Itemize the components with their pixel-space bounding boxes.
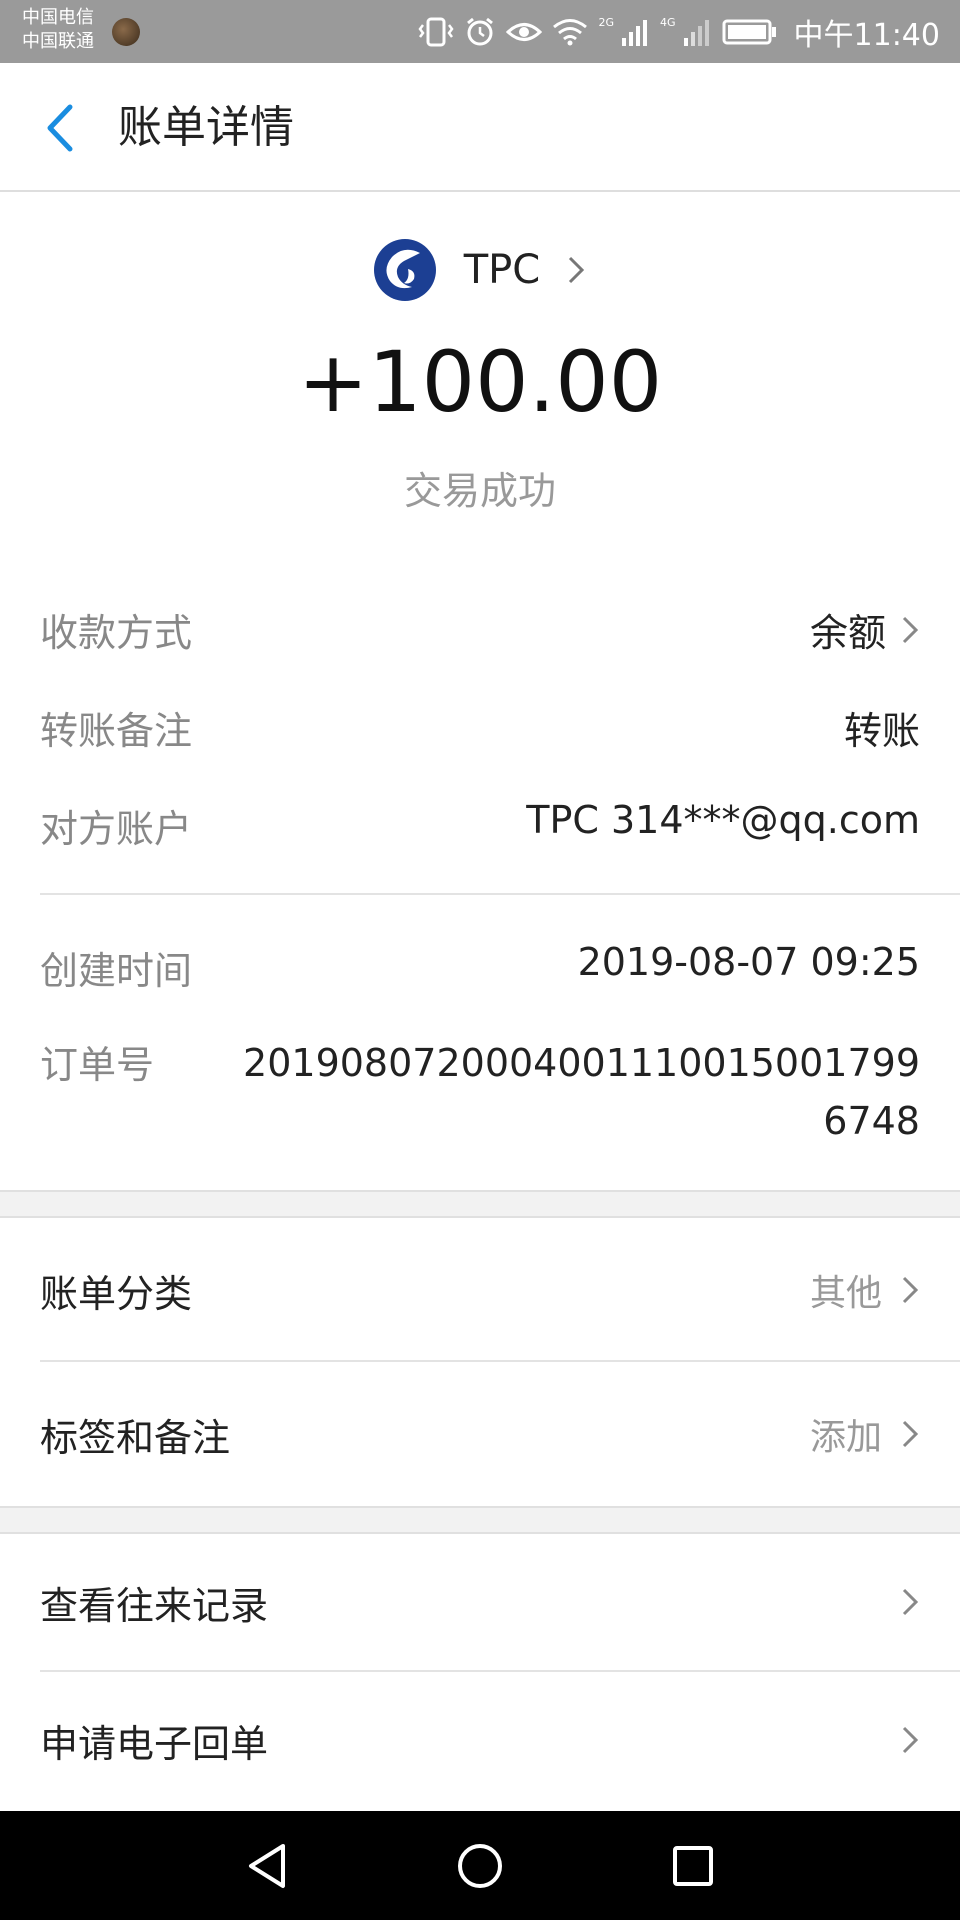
bill-category-value: 其他	[809, 1273, 882, 1314]
detail-row-remark: 转账备注 转账	[40, 700, 920, 755]
triangle-back-icon	[249, 1844, 285, 1888]
detail-row-payment-method[interactable]: 收款方式 余额	[40, 602, 920, 657]
square-recents-icon	[673, 1846, 713, 1886]
network-type-2: 4G	[660, 15, 676, 29]
detail-label: 订单号	[40, 1043, 155, 1087]
tags-notes-value: 添加	[809, 1417, 882, 1458]
page-title: 账单详情	[118, 102, 294, 153]
eye-icon	[506, 23, 543, 41]
transaction-status: 交易成功	[403, 469, 556, 513]
order-number-value[interactable]: 2019080720004001110015001799674‌8	[240, 1034, 920, 1150]
section-gap	[0, 1190, 960, 1218]
menu-label: 标签和备注	[40, 1415, 231, 1460]
menu-right: 其他	[810, 1264, 920, 1316]
created-time-value: 2019-08-07 09:25	[577, 940, 920, 984]
alarm-icon	[467, 17, 494, 46]
transaction-amount: +100.00	[297, 333, 663, 431]
signal-icon-2	[683, 20, 709, 46]
menu-row-tags-notes[interactable]: 标签和备注 添加	[0, 1364, 960, 1504]
menu-row-bill-category[interactable]: 账单分类 其他	[0, 1220, 960, 1360]
menu-right: 添加	[810, 1408, 920, 1460]
status-bar: 中国电信 中国联通 2G 4G 中午11:40	[0, 0, 960, 63]
menu-label: 申请电子回单	[40, 1721, 269, 1766]
clock: 中午11:40	[793, 18, 940, 53]
detail-row-counterparty: 对方账户 TPC 314***@qq.com	[40, 798, 920, 853]
payee-name: TPC	[463, 247, 541, 293]
payee-logo-icon	[373, 239, 436, 301]
network-type-1: 2G	[598, 15, 614, 29]
nav-home-button[interactable]	[445, 1831, 515, 1901]
detail-row-created-time: 创建时间 2019-08-07 09:25	[40, 940, 920, 995]
detail-row-order-number: 订单号 2019080720004001110015001799674‌8	[40, 1034, 920, 1150]
menu-row-view-history[interactable]: 查看往来记录	[0, 1534, 960, 1670]
section-gap	[0, 1506, 960, 1534]
chevron-right-icon	[902, 1420, 919, 1448]
divider	[40, 893, 960, 895]
nav-back-button[interactable]	[232, 1831, 302, 1901]
notification-avatar-icon	[112, 18, 140, 46]
menu-right	[900, 1724, 920, 1756]
chevron-right-icon	[902, 1726, 919, 1754]
circle-home-icon	[458, 1844, 502, 1888]
header-bar: 账单详情	[0, 63, 960, 192]
chevron-right-icon	[902, 1276, 919, 1304]
transaction-summary: TPC +100.00 交易成功	[0, 192, 960, 562]
payment-method-value: 余额	[809, 611, 886, 655]
counterparty-account: TPC 314***@qq.com	[526, 798, 920, 842]
detail-label: 转账备注	[40, 709, 193, 753]
carrier-info: 中国电信 中国联通	[22, 6, 94, 54]
carrier-2: 中国联通	[22, 31, 94, 52]
nav-recents-button[interactable]	[658, 1831, 728, 1901]
system-navigation-bar	[0, 1811, 960, 1920]
chevron-right-icon	[569, 256, 585, 284]
payee-link[interactable]: TPC	[0, 235, 960, 305]
status-icons: 2G 4G 中午11:40	[418, 10, 940, 54]
detail-label: 创建时间	[40, 949, 193, 993]
menu-right	[900, 1586, 920, 1618]
vibrate-icon	[418, 17, 455, 47]
back-button[interactable]	[34, 93, 84, 163]
menu-label: 账单分类	[40, 1271, 193, 1316]
signal-icon	[622, 20, 647, 46]
wifi-icon	[553, 19, 588, 46]
menu-row-e-receipt[interactable]: 申请电子回单	[0, 1672, 960, 1808]
carrier-1: 中国电信	[22, 7, 94, 28]
menu-label: 查看往来记录	[40, 1583, 269, 1628]
remark-value: 转账	[843, 709, 920, 753]
back-arrow-icon	[47, 104, 73, 152]
detail-label: 对方账户	[40, 807, 193, 851]
detail-value: 余额	[810, 602, 920, 657]
battery-icon	[722, 19, 776, 45]
chevron-right-icon	[902, 1588, 919, 1616]
divider	[40, 1360, 960, 1362]
detail-label: 收款方式	[40, 611, 193, 655]
chevron-right-icon	[902, 616, 919, 643]
